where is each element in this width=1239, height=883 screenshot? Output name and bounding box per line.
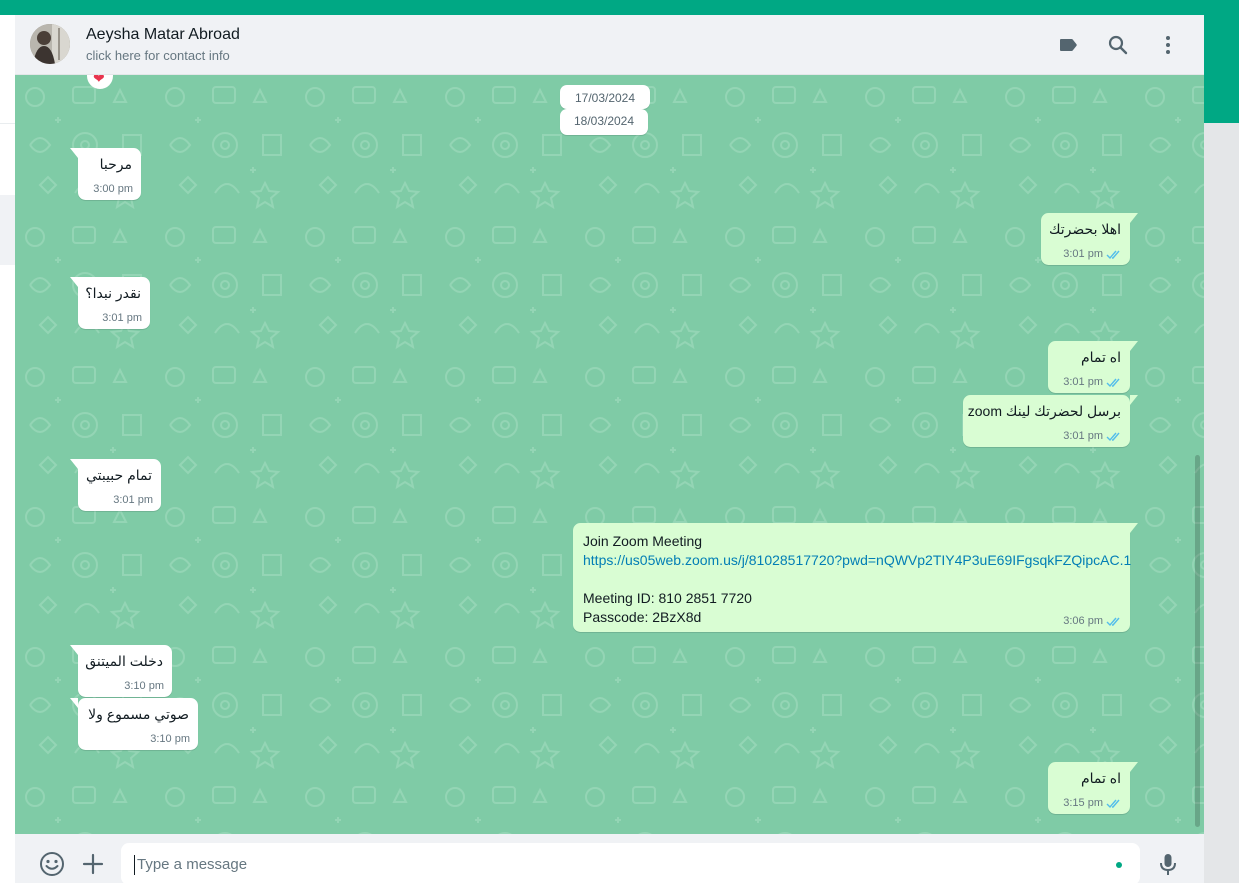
label-icon[interactable]: [1056, 33, 1080, 57]
message-outgoing[interactable]: اهلا بحضرتك 3:01 pm: [1041, 213, 1138, 265]
message-text: تمام حبيبتي: [85, 467, 152, 483]
read-ticks-icon: [1106, 617, 1120, 626]
right-gutter: [1204, 123, 1239, 883]
message-text: Join Zoom Meeting https://us05web.zoom.u…: [583, 532, 1131, 627]
message-text: برسل لحضرتك لينك zoom: [967, 403, 1121, 419]
chat-list-item-edge[interactable]: [0, 195, 15, 265]
message-time: 3:01 pm: [1063, 248, 1122, 260]
attach-plus-icon[interactable]: [80, 851, 106, 877]
message-input[interactable]: [121, 843, 1140, 883]
message-text: دخلت الميتنق: [85, 653, 163, 669]
message-incoming[interactable]: صوتي مسموع ولا 3:10 pm: [70, 698, 198, 750]
microphone-icon[interactable]: [1155, 851, 1181, 877]
read-ticks-icon: [1106, 250, 1120, 259]
message-incoming[interactable]: نقدر نبدا؟ 3:01 pm: [70, 277, 150, 329]
message-time: 3:01 pm: [1063, 430, 1122, 442]
message-text: نقدر نبدا؟: [85, 285, 141, 301]
heart-icon: ❤: [93, 75, 105, 86]
read-ticks-icon: [1106, 799, 1120, 808]
date-separator: 17/03/2024: [560, 85, 650, 109]
chat-scrollbar[interactable]: [1195, 455, 1200, 827]
avatar[interactable]: [30, 24, 70, 64]
emoji-icon[interactable]: [39, 851, 65, 877]
meeting-passcode: Passcode: 2BzX8d: [583, 609, 702, 625]
message-text: اه تمام: [1080, 770, 1121, 786]
right-accent-band: [1204, 15, 1239, 123]
message-time: 3:15 pm: [1063, 797, 1122, 809]
zoom-title: Join Zoom Meeting: [583, 533, 703, 549]
read-ticks-icon: [1106, 432, 1120, 441]
chat-header[interactable]: Aeysha Matar Abroad click here for conta…: [15, 15, 1204, 75]
message-outgoing[interactable]: Join Zoom Meeting https://us05web.zoom.u…: [573, 523, 1138, 632]
conversation-panel[interactable]: ❤ 17/03/2024 18/03/2024 مرحبا 3:00 pm اه…: [15, 75, 1204, 834]
contact-info-hint[interactable]: click here for contact info: [86, 48, 230, 63]
status-dot: [1116, 862, 1122, 868]
message-outgoing[interactable]: برسل لحضرتك لينك zoom 3:01 pm: [963, 395, 1138, 447]
message-incoming[interactable]: تمام حبيبتي 3:01 pm: [70, 459, 161, 511]
message-time: 3:01 pm: [1063, 376, 1122, 388]
message-text: صوتي مسموع ولا: [88, 706, 189, 722]
divider: [0, 123, 15, 124]
text-caret: [134, 855, 135, 875]
message-incoming[interactable]: دخلت الميتنق 3:10 pm: [70, 645, 172, 697]
search-icon[interactable]: [1106, 33, 1130, 57]
contact-name[interactable]: Aeysha Matar Abroad: [86, 26, 240, 44]
message-text: مرحبا: [99, 156, 132, 172]
message-composer[interactable]: [15, 834, 1204, 883]
message-time: 3:10 pm: [124, 680, 164, 692]
message-time: 3:06 pm: [1063, 615, 1122, 627]
message-text: اهلا بحضرتك: [1048, 221, 1121, 237]
menu-icon[interactable]: [1156, 33, 1180, 57]
top-accent-band: [0, 0, 1239, 15]
zoom-link[interactable]: https://us05web.zoom.us/j/81028517720?pw…: [583, 551, 1131, 570]
message-time: 3:01 pm: [102, 312, 142, 324]
date-separator: 18/03/2024: [560, 109, 648, 135]
message-time: 3:00 pm: [93, 183, 133, 195]
message-outgoing[interactable]: اه تمام 3:15 pm: [1048, 762, 1138, 814]
message-time: 3:01 pm: [113, 494, 153, 506]
meeting-id: Meeting ID: 810 2851 7720: [583, 590, 752, 606]
message-outgoing[interactable]: اه تمام 3:01 pm: [1048, 341, 1138, 393]
chat-list-edge: [0, 15, 15, 883]
message-time: 3:10 pm: [150, 733, 190, 745]
message-incoming[interactable]: مرحبا 3:00 pm: [70, 148, 141, 200]
message-text: اه تمام: [1080, 349, 1121, 365]
read-ticks-icon: [1106, 378, 1120, 387]
